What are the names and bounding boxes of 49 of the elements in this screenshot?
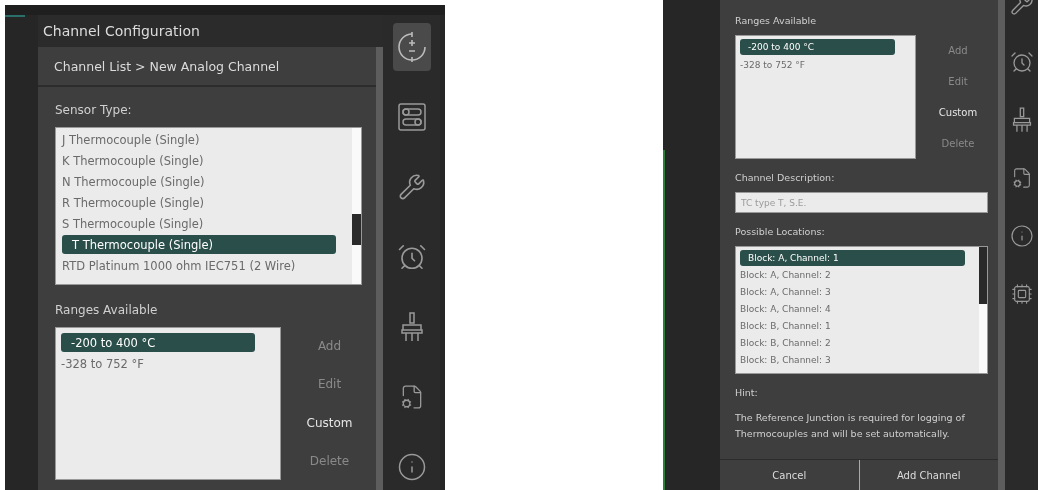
list-item[interactable]: J Thermocouple (Single) <box>62 130 346 149</box>
action-button[interactable]: Custom <box>300 412 359 433</box>
info-icon <box>396 452 427 482</box>
window-title: Channel Configuration <box>38 15 383 47</box>
list-box[interactable]: -200 to 400 °C -328 to 752 °F <box>735 35 916 159</box>
scrollbar[interactable] <box>998 0 1005 490</box>
list-item[interactable]: S Thermocouple (Single) <box>62 214 346 233</box>
alarm-clock-icon <box>396 242 427 272</box>
alarm-clock-icon <box>1009 50 1034 74</box>
list-item[interactable]: K Thermocouple (Single) <box>62 151 346 170</box>
list-item[interactable]: R Thermocouple (Single) <box>62 193 346 212</box>
input-field[interactable]: TC type T, S.E. <box>735 192 988 213</box>
scrollbar[interactable] <box>352 128 361 284</box>
chip-icon <box>1010 283 1033 305</box>
list-item[interactable]: -200 to 400 °C <box>740 39 895 55</box>
list-item[interactable]: Block: B, Channel: 1 <box>740 318 975 334</box>
sidebar-button[interactable] <box>392 23 431 71</box>
list-item[interactable]: RTD Platinum 1000 ohm IEC751 (2 Wire) <box>62 256 346 275</box>
list-item[interactable]: Block: A, Channel: 3 <box>740 284 975 300</box>
list-item[interactable]: Block: A, Channel: 1 <box>740 250 965 266</box>
list-item[interactable]: Block: A, Channel: 2 <box>740 267 975 283</box>
section-label: Possible Locations: <box>735 226 826 237</box>
list-box[interactable]: J Thermocouple (Single) K Thermocouple (Single) N Thermocouple (Single) R Thermocouple (Single) S Thermocouple (Single) T Thermocouple (Single) RTD Platinum 1000 ohm IEC751 (2 Wire) <box>55 127 362 285</box>
scrollbar[interactable] <box>376 47 383 490</box>
info-icon <box>1009 224 1034 248</box>
action-button[interactable]: Custom <box>932 104 984 121</box>
section-label: Ranges Available <box>55 303 159 317</box>
list-box[interactable]: Block: A, Channel: 1 Block: A, Channel: 2 Block: A, Channel: 3 Block: A, Channel: 4 Block: B, Channel: 1 Block: B, Channel: 2 Block: B, Channel: 3 <box>735 246 988 374</box>
brush-icon <box>1010 106 1033 134</box>
scrollbar[interactable] <box>979 247 987 373</box>
section-label: Ranges Available <box>735 15 818 26</box>
list-item[interactable]: -328 to 752 °F <box>61 354 265 373</box>
hint-text: The Reference Junction is required for logging of Thermocouples and will be set automatically. <box>735 411 966 441</box>
list-item[interactable]: N Thermocouple (Single) <box>62 172 346 191</box>
list-item[interactable]: T Thermocouple (Single) <box>62 235 336 254</box>
list-item[interactable]: Block: A, Channel: 4 <box>740 301 975 317</box>
list-item[interactable]: Block: B, Channel: 2 <box>740 335 975 351</box>
section-label: Hint: <box>735 387 759 398</box>
footer-button[interactable]: Cancel <box>720 460 859 490</box>
wrench-icon <box>397 173 426 201</box>
section-label: Channel Description: <box>735 172 836 183</box>
section-label: Sensor Type: <box>55 103 133 117</box>
adjust-icon <box>396 30 427 64</box>
list-item[interactable]: Block: B, Channel: 3 <box>740 352 975 368</box>
list-item[interactable]: -328 to 752 °F <box>740 57 905 73</box>
list-item[interactable]: -200 to 400 °C <box>61 333 255 352</box>
list-box[interactable]: -200 to 400 °C -328 to 752 °F <box>55 327 281 480</box>
toggle-icon <box>397 103 426 131</box>
brush-icon <box>398 311 425 343</box>
